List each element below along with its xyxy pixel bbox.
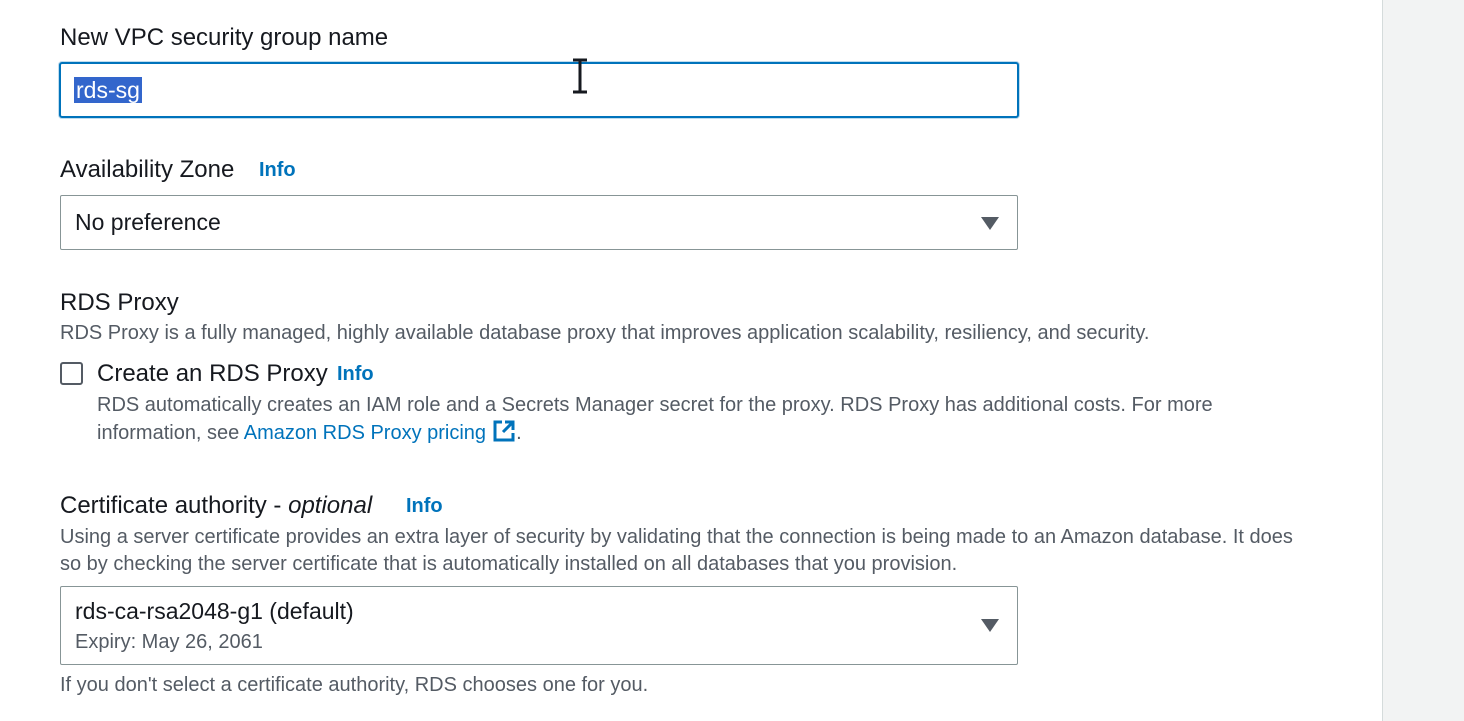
certificate-authority-description-line1: Using a server certificate provides an e… (60, 526, 1293, 548)
availability-zone-selected: No preference (75, 209, 221, 235)
rds-proxy-info-link[interactable]: Info (337, 363, 374, 386)
availability-zone-label: Availability Zone (60, 156, 235, 183)
certificate-authority-description-line2: so by checking the server certificate th… (60, 553, 958, 575)
rds-proxy-help-suffix: . (516, 422, 522, 444)
rds-proxy-pricing-link[interactable]: Amazon RDS Proxy pricing (244, 419, 516, 444)
security-group-name-value[interactable]: rds-sg (74, 77, 142, 103)
create-rds-proxy-checkbox[interactable] (60, 362, 83, 385)
form-panel: New VPC security group name rds-sg Avail… (0, 0, 1383, 721)
rds-proxy-help-line2: information, see Amazon RDS Proxy pricin… (97, 419, 522, 447)
availability-zone-info-link[interactable]: Info (259, 159, 296, 182)
certificate-authority-expiry: Expiry: May 26, 2061 (75, 631, 263, 653)
rds-proxy-help-line1: RDS automatically creates an IAM role an… (97, 394, 1213, 416)
security-group-name-label: New VPC security group name (60, 24, 389, 51)
text-cursor-icon (573, 58, 587, 94)
availability-zone-select[interactable]: No preference (60, 195, 1018, 250)
certificate-authority-selected: rds-ca-rsa2048-g1 (default) (75, 598, 354, 624)
certificate-authority-label: Certificate authority - optional (60, 492, 372, 520)
rds-proxy-title: RDS Proxy (60, 289, 179, 316)
certificate-authority-select[interactable]: rds-ca-rsa2048-g1 (default) Expiry: May … (60, 586, 1018, 665)
create-rds-proxy-label[interactable]: Create an RDS Proxy (97, 360, 328, 388)
rds-proxy-description: RDS Proxy is a fully managed, highly ava… (60, 322, 1150, 344)
caret-down-icon (981, 619, 999, 632)
certificate-authority-info-link[interactable]: Info (406, 495, 443, 518)
certificate-authority-footer: If you don't select a certificate author… (60, 674, 649, 696)
caret-down-icon (981, 217, 999, 230)
security-group-name-input[interactable]: rds-sg (59, 62, 1019, 118)
certificate-authority-label-text: Certificate authority - (60, 492, 289, 519)
rds-proxy-help-prefix: information, see (97, 422, 244, 444)
external-link-icon[interactable] (492, 419, 516, 443)
rds-proxy-pricing-link-text[interactable]: Amazon RDS Proxy pricing (244, 422, 486, 444)
certificate-authority-optional: optional (288, 492, 373, 519)
